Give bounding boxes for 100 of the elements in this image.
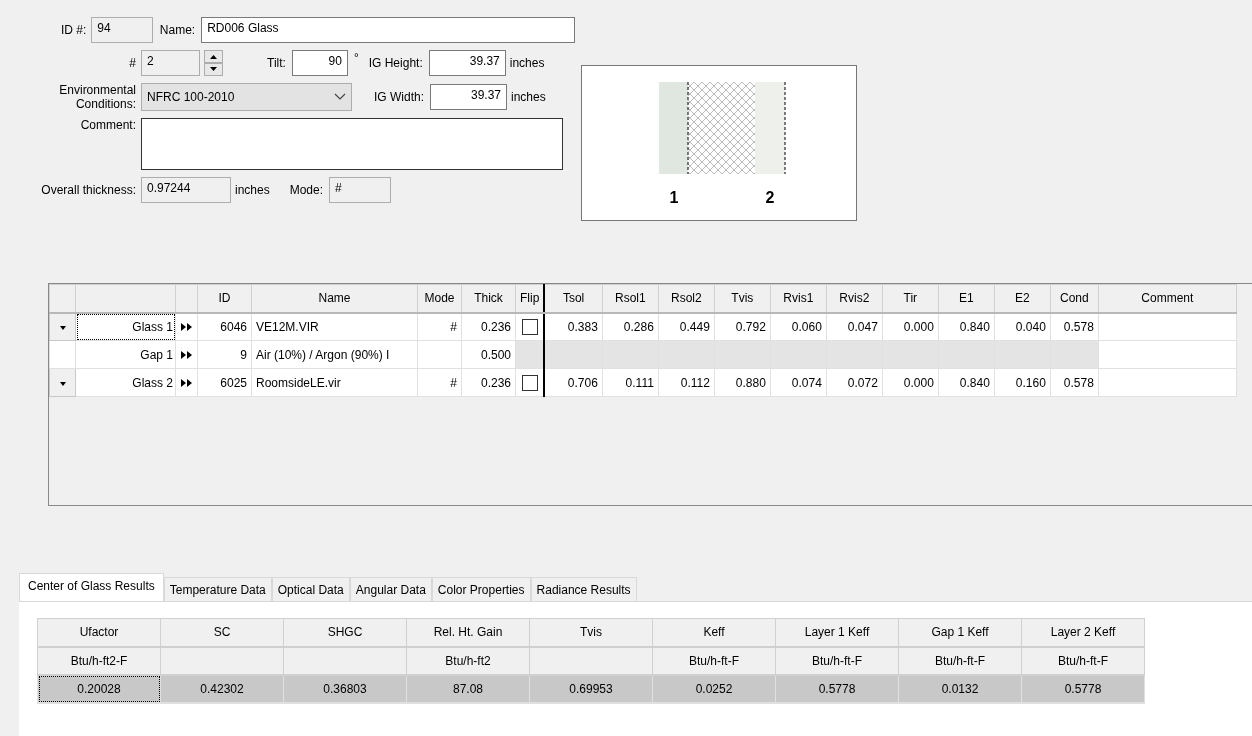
table-cell: 0.880 xyxy=(714,368,771,397)
table-cell: 0.000 xyxy=(882,312,939,341)
degree-unit: ° xyxy=(353,51,359,65)
column-header: Layer 1 Keff xyxy=(775,618,899,647)
result-value: 0.42302 xyxy=(160,674,284,703)
fast-forward-icon[interactable] xyxy=(179,322,194,331)
tilt-field[interactable]: 90 xyxy=(291,50,348,76)
column-header[interactable]: Mode xyxy=(417,284,462,313)
table-cell: 0.072 xyxy=(826,368,883,397)
column-header: Keff xyxy=(652,618,776,647)
tilt-label: Tilt: xyxy=(267,56,286,70)
environment-label: Environmental Conditions: xyxy=(58,83,137,111)
table-cell: 0.706 xyxy=(544,368,603,397)
column-header: Ufactor xyxy=(37,618,161,647)
dropdown-icon[interactable] xyxy=(57,380,68,387)
results-tab[interactable]: Radiance Results xyxy=(530,577,637,601)
layer-number: 2 xyxy=(765,189,775,206)
column-header[interactable]: Flip xyxy=(515,284,545,313)
unit-label: Btu/h-ft-F xyxy=(689,653,739,668)
fast-forward-icon[interactable] xyxy=(179,378,194,387)
unit-label: inches xyxy=(509,56,545,70)
chevron-icon xyxy=(334,93,346,101)
table-cell: 0.840 xyxy=(938,312,995,341)
column-header: SC xyxy=(160,618,284,647)
results-tab[interactable]: Color Properties xyxy=(431,577,531,601)
column-header[interactable]: Tvis xyxy=(714,284,771,313)
id-label: ID #: xyxy=(60,23,88,37)
count-field[interactable]: 2 xyxy=(141,50,200,76)
flip-checkbox[interactable] xyxy=(521,374,538,391)
ig-width-field[interactable]: 39.37 xyxy=(430,84,507,110)
unit-label: inches xyxy=(511,90,546,104)
result-value: 0.5778 xyxy=(1021,674,1145,703)
result-value: 0.0132 xyxy=(898,674,1022,703)
table-cell: 0.383 xyxy=(544,312,603,341)
ig-height-label: IG Height: xyxy=(368,56,423,70)
column-header[interactable]: Thick xyxy=(461,284,516,313)
fast-forward-icon[interactable] xyxy=(179,350,194,359)
result-value: 0.69953 xyxy=(529,674,653,703)
result-value: 0.20028 xyxy=(37,674,161,703)
column-header[interactable]: Rvis2 xyxy=(826,284,883,313)
column-header[interactable]: Cond xyxy=(1050,284,1099,313)
result-value: 0.0252 xyxy=(652,674,776,703)
mode-field[interactable]: # xyxy=(329,177,392,203)
name-field[interactable]: RD006 Glass xyxy=(201,17,575,43)
column-header[interactable]: E1 xyxy=(938,284,995,313)
results-tab[interactable]: Temperature Data xyxy=(163,577,272,601)
column-header[interactable]: Comment xyxy=(1098,284,1237,313)
count-label: # xyxy=(128,56,137,70)
table-cell: 0.060 xyxy=(770,312,827,341)
result-value: 87.08 xyxy=(406,674,530,703)
flip-checkbox[interactable] xyxy=(521,318,538,335)
table-cell: 0.111 xyxy=(602,368,659,397)
table-cell: VE12M.VIR xyxy=(251,312,418,341)
table-cell: 0.040 xyxy=(994,312,1051,341)
table-cell: 0.286 xyxy=(602,312,659,341)
environment-dropdown[interactable]: NFRC 100-2010 xyxy=(141,83,352,111)
layer-name-cell[interactable]: Glass 2 xyxy=(75,368,176,397)
column-header[interactable]: Tsol xyxy=(544,284,603,313)
column-header: Tvis xyxy=(529,618,653,647)
column-header: Gap 1 Keff xyxy=(898,618,1022,647)
unit-label: Btu/h-ft2-F xyxy=(70,653,128,668)
column-header[interactable]: Rvis1 xyxy=(770,284,827,313)
layer-number: 1 xyxy=(669,189,679,206)
thickness-field[interactable]: 0.97244 xyxy=(141,177,231,203)
results-tab[interactable]: Optical Data xyxy=(271,577,350,601)
column-header[interactable]: Rsol2 xyxy=(658,284,715,313)
column-header[interactable]: Name xyxy=(251,284,418,313)
result-value: 0.5778 xyxy=(775,674,899,703)
layer-name-cell[interactable]: Gap 1 xyxy=(75,340,176,369)
table-cell: RoomsideLE.vir xyxy=(251,368,418,397)
table-cell: 0.792 xyxy=(714,312,771,341)
results-tab[interactable]: Angular Data xyxy=(349,577,432,601)
table-cell: Air (10%) / Argon (90%) I xyxy=(251,340,418,369)
column-header[interactable]: ID xyxy=(197,284,252,313)
table-cell: 0.074 xyxy=(770,368,827,397)
column-header[interactable]: Tir xyxy=(882,284,939,313)
column-header: SHGC xyxy=(283,618,407,647)
column-header[interactable]: E2 xyxy=(994,284,1051,313)
table-cell: 0.449 xyxy=(658,312,715,341)
unit-label: Btu/h-ft2 xyxy=(445,653,491,668)
table-cell: 0.840 xyxy=(938,368,995,397)
name-label: Name: xyxy=(159,23,196,37)
ig-width-label: IG Width: xyxy=(374,90,424,104)
results-tab[interactable]: Center of Glass Results xyxy=(19,573,164,601)
id-field[interactable]: 94 xyxy=(91,17,153,43)
column-header: Layer 2 Keff xyxy=(1021,618,1145,647)
spin-button[interactable] xyxy=(204,50,223,76)
comment-field[interactable] xyxy=(141,118,563,170)
mode-label: Mode: xyxy=(289,183,324,197)
unit-label: Btu/h-ft-F xyxy=(1058,653,1108,668)
unit-label: inches xyxy=(235,183,270,197)
layer-name-cell[interactable]: Glass 1 xyxy=(75,312,176,341)
table-cell: 0.112 xyxy=(658,368,715,397)
dropdown-icon[interactable] xyxy=(57,324,68,331)
unit-label: Btu/h-ft-F xyxy=(812,653,862,668)
table-cell: 0.000 xyxy=(882,368,939,397)
ig-height-field[interactable]: 39.37 xyxy=(428,50,506,76)
unit-label: Btu/h-ft-F xyxy=(935,653,985,668)
column-header[interactable]: Rsol1 xyxy=(602,284,659,313)
thickness-label: Overall thickness: xyxy=(40,183,137,197)
